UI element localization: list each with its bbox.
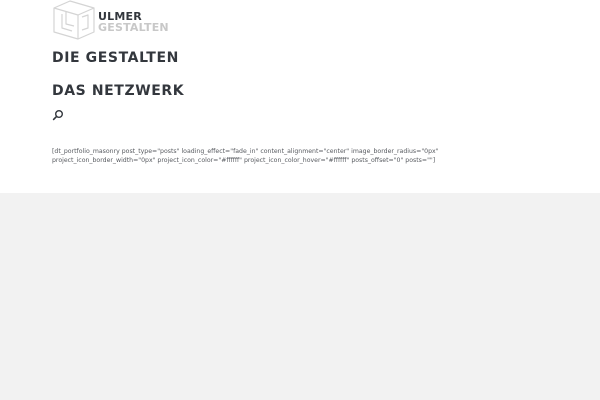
header-content-area: ULMER GESTALTEN DIE GESTALTEN DAS NETZWE… [0,0,600,193]
footer-area [0,193,600,400]
search-icon [52,110,63,121]
nav-item-die-gestalten[interactable]: DIE GESTALTEN [52,50,179,66]
nav-item-das-netzwerk[interactable]: DAS NETZWERK [52,83,184,99]
site-logo-link[interactable]: ULMER GESTALTEN [52,0,169,42]
search-button[interactable] [52,106,64,121]
shortcode-text: [dt_portfolio_masonry post_type="posts" … [52,148,439,164]
logo-text-gestalten: GESTALTEN [98,21,169,34]
page: ULMER GESTALTEN DIE GESTALTEN DAS NETZWE… [0,0,600,400]
cube-logo-icon [53,0,95,40]
